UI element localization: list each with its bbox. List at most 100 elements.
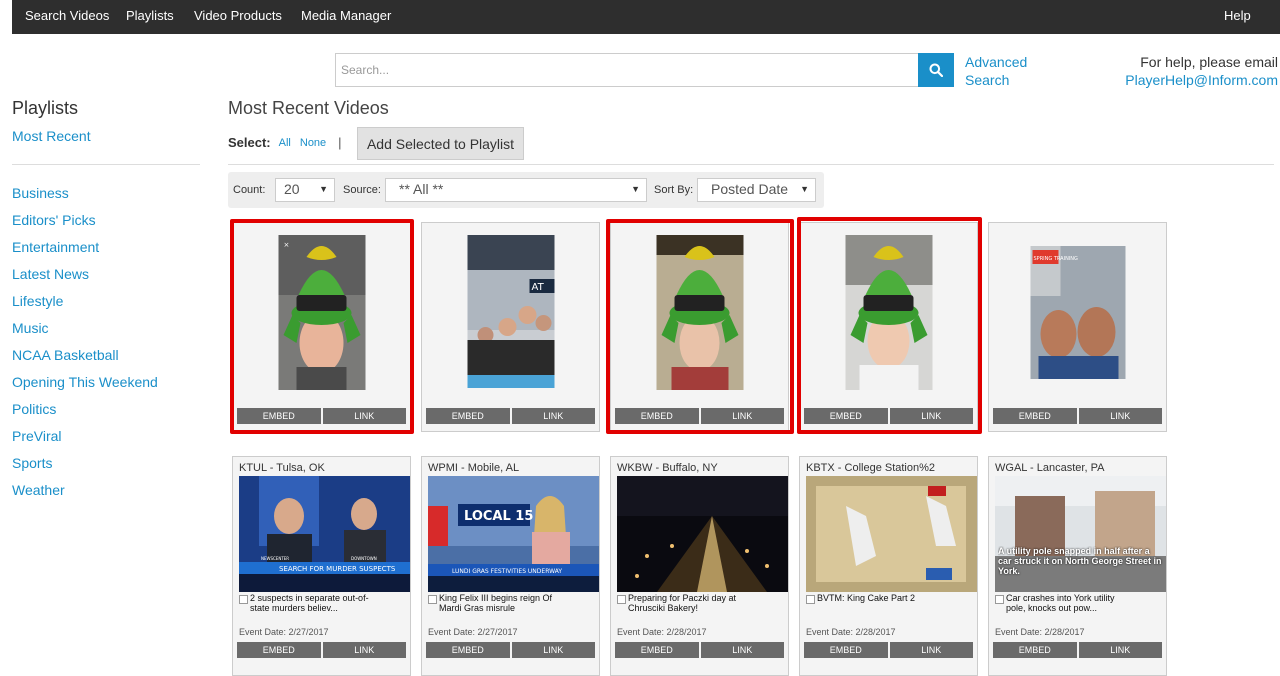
- video-thumbnail[interactable]: [806, 476, 977, 592]
- sidebar-item-weather[interactable]: Weather: [12, 482, 65, 498]
- embed-button[interactable]: EMBED: [615, 642, 699, 658]
- embed-button[interactable]: EMBED: [426, 408, 510, 424]
- video-title[interactable]: King Felix III begins reign Of Mardi Gra…: [439, 593, 559, 613]
- sidebar-item-music[interactable]: Music: [12, 320, 49, 336]
- embed-button[interactable]: EMBED: [993, 642, 1077, 658]
- filter-bar: Count: 20 ▼ Source: ** All ** ▼ Sort By:…: [228, 172, 824, 208]
- card-actions: EMBED LINK: [993, 408, 1162, 424]
- video-thumbnail[interactable]: [617, 476, 788, 592]
- help-text: For help, please email: [1140, 54, 1278, 70]
- video-title[interactable]: Preparing for Paczki day at Chrusciki Ba…: [628, 593, 748, 613]
- card-actions: EMBED LINK: [426, 642, 595, 658]
- count-select[interactable]: 20 ▼: [275, 178, 335, 202]
- sidebar-item-entertainment[interactable]: Entertainment: [12, 239, 99, 255]
- ktul-tag2-text: DOWNTOWN: [351, 556, 377, 561]
- wpmi-lower-text: LUNDI GRAS FESTIVITIES UNDERWAY: [452, 568, 562, 575]
- link-button[interactable]: LINK: [889, 642, 973, 658]
- spring-training-text: SPRING TRAINING: [1033, 256, 1078, 262]
- select-checkbox[interactable]: [428, 595, 437, 604]
- sidebar-item-most-recent[interactable]: Most Recent: [12, 128, 91, 144]
- event-date: Event Date: 2/28/2017: [806, 627, 896, 637]
- video-thumbnail[interactable]: SEARCH FOR MURDER SUSPECTS NEWSCENTER DO…: [239, 476, 410, 592]
- sidebar-item-latest-news[interactable]: Latest News: [12, 266, 89, 282]
- sidebar-divider: [12, 164, 200, 165]
- link-button[interactable]: LINK: [511, 408, 595, 424]
- count-value: 20: [284, 181, 300, 197]
- yankees-text: AT: [531, 282, 544, 293]
- select-checkbox[interactable]: [239, 595, 248, 604]
- link-button[interactable]: LINK: [700, 642, 784, 658]
- sidebar-item-politics[interactable]: Politics: [12, 401, 56, 417]
- video-title[interactable]: Car crashes into York utility pole, knoc…: [1006, 593, 1126, 613]
- selection-highlight: [606, 219, 794, 434]
- source-label: Source:: [343, 184, 381, 196]
- select-checkbox[interactable]: [806, 595, 815, 604]
- select-row: Select: All None |: [228, 135, 356, 150]
- search-button[interactable]: [918, 53, 954, 87]
- video-card[interactable]: AT EMBED LINK: [421, 222, 600, 432]
- video-card[interactable]: KTUL - Tulsa, OK SEARCH FOR MURDER SUSPE…: [232, 456, 411, 676]
- chevron-down-icon: ▼: [319, 184, 328, 194]
- video-title[interactable]: 2 suspects in separate out-of-state murd…: [250, 593, 370, 613]
- link-button[interactable]: LINK: [511, 642, 595, 658]
- sidebar-item-lifestyle[interactable]: Lifestyle: [12, 293, 63, 309]
- embed-button[interactable]: EMBED: [993, 408, 1077, 424]
- video-card[interactable]: WGAL - Lancaster, PA A utility pole snap…: [988, 456, 1167, 676]
- sort-value: Posted Date: [711, 181, 789, 197]
- video-source: WGAL - Lancaster, PA: [995, 462, 1105, 474]
- select-checkbox[interactable]: [995, 595, 1004, 604]
- video-card[interactable]: WKBW - Buffalo, NY Preparing for Paczki …: [610, 456, 789, 676]
- event-date: Event Date: 2/27/2017: [428, 627, 518, 637]
- link-button[interactable]: LINK: [322, 642, 406, 658]
- nav-help[interactable]: Help: [1224, 8, 1251, 23]
- embed-button[interactable]: EMBED: [426, 642, 510, 658]
- search-input[interactable]: [335, 53, 919, 87]
- video-card[interactable]: WPMI - Mobile, AL LOCAL 15 LUNDI GRAS FE…: [421, 456, 600, 676]
- sidebar-item-ncaa-basketball[interactable]: NCAA Basketball: [12, 347, 119, 363]
- event-date: Event Date: 2/27/2017: [239, 627, 329, 637]
- count-label: Count:: [233, 184, 266, 196]
- video-source: KBTX - College Station%2: [806, 462, 936, 474]
- link-button[interactable]: LINK: [1078, 408, 1162, 424]
- select-none-link[interactable]: None: [300, 137, 326, 149]
- top-nav: Search Videos Playlists Video Products M…: [12, 0, 1280, 34]
- source-select[interactable]: ** All ** ▼: [385, 178, 647, 202]
- event-date: Event Date: 2/28/2017: [995, 627, 1085, 637]
- header-divider: [228, 164, 1274, 165]
- search-icon: [929, 63, 943, 77]
- select-checkbox[interactable]: [617, 595, 626, 604]
- card-actions: EMBED LINK: [615, 642, 784, 658]
- select-label: Select:: [228, 135, 271, 150]
- video-thumbnail[interactable]: SPRING TRAINING: [1030, 246, 1125, 379]
- select-all-link[interactable]: All: [279, 137, 291, 149]
- help-email-link[interactable]: PlayerHelp@Inform.com: [1125, 71, 1278, 89]
- advanced-search-line1: Advanced: [965, 54, 1028, 70]
- add-to-playlist-button[interactable]: Add Selected to Playlist: [357, 127, 524, 160]
- sort-select[interactable]: Posted Date ▼: [697, 178, 816, 202]
- card-actions: EMBED LINK: [426, 408, 595, 424]
- sidebar-item-editors-picks[interactable]: Editors' Picks: [12, 212, 96, 228]
- sort-label: Sort By:: [654, 184, 694, 196]
- video-card[interactable]: KBTX - College Station%2 BVTM: King Cake…: [799, 456, 978, 676]
- sidebar-item-sports[interactable]: Sports: [12, 455, 52, 471]
- nav-playlists[interactable]: Playlists: [126, 8, 174, 23]
- video-card[interactable]: SPRING TRAINING EMBED LINK: [988, 222, 1167, 432]
- video-thumbnail[interactable]: LOCAL 15 LUNDI GRAS FESTIVITIES UNDERWAY: [428, 476, 599, 592]
- video-title[interactable]: BVTM: King Cake Part 2: [817, 593, 937, 603]
- embed-button[interactable]: EMBED: [804, 642, 888, 658]
- advanced-search-line2: Search: [965, 72, 1010, 88]
- sidebar-item-previral[interactable]: PreViral: [12, 428, 62, 444]
- video-source: KTUL - Tulsa, OK: [239, 462, 325, 474]
- embed-button[interactable]: EMBED: [237, 642, 321, 658]
- sidebar-item-opening-this-weekend[interactable]: Opening This Weekend: [12, 374, 158, 390]
- sidebar-item-business[interactable]: Business: [12, 185, 69, 201]
- video-thumbnail[interactable]: AT: [467, 235, 554, 388]
- chevron-down-icon: ▼: [631, 184, 640, 194]
- video-thumbnail[interactable]: A utility pole snapped in half after a c…: [995, 476, 1166, 592]
- nav-search-videos[interactable]: Search Videos: [25, 8, 109, 23]
- nav-video-products[interactable]: Video Products: [194, 8, 282, 23]
- nav-media-manager[interactable]: Media Manager: [301, 8, 391, 23]
- link-button[interactable]: LINK: [1078, 642, 1162, 658]
- advanced-search-link[interactable]: Advanced Search: [965, 53, 1027, 89]
- selection-highlight: [230, 219, 414, 434]
